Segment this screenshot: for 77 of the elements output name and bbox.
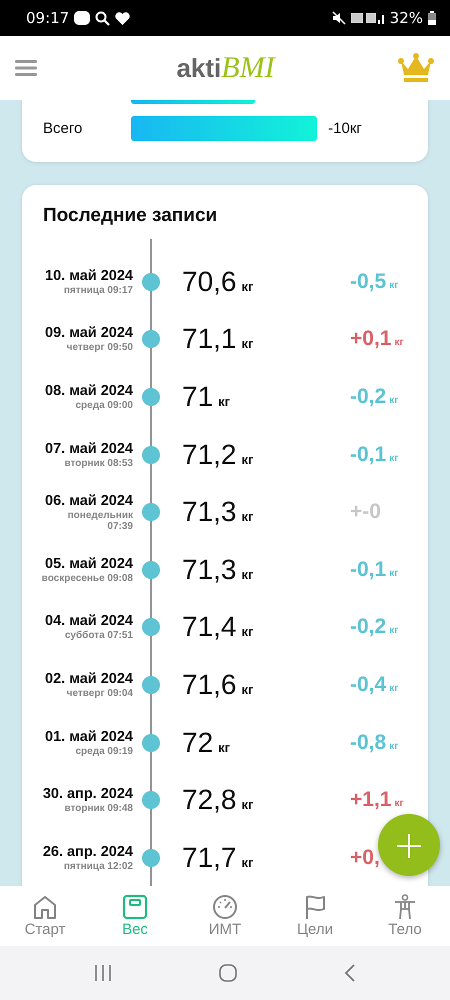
nav-tab[interactable]: Вес bbox=[90, 886, 180, 946]
timeline-dot bbox=[142, 618, 160, 636]
timeline-dot bbox=[142, 848, 160, 867]
weight-change: +1,1 кг bbox=[350, 788, 405, 812]
entry-weight: 70,6 кг bbox=[182, 266, 254, 298]
weight-change: -0,4 кг bbox=[350, 672, 400, 697]
nav-tab[interactable]: Цели bbox=[270, 886, 360, 946]
battery-percent: 32% bbox=[390, 9, 423, 27]
entry-time: воскресенье 09:08 bbox=[42, 572, 133, 584]
entry-time: среда 09:19 bbox=[76, 746, 133, 757]
entry-time: вторник 09:48 bbox=[64, 803, 133, 814]
weight-change: -0,1 кг bbox=[350, 442, 400, 467]
timeline-dot bbox=[142, 503, 160, 522]
weight-change: +0,1 кг bbox=[350, 327, 405, 352]
entry-date: 04. май 2024 bbox=[45, 613, 133, 630]
timeline-dot bbox=[142, 791, 160, 810]
nav-tab[interactable]: Старт bbox=[0, 886, 90, 946]
menu-icon[interactable] bbox=[15, 60, 37, 76]
nav-tab[interactable]: ИМТ bbox=[180, 886, 270, 946]
body-icon bbox=[392, 894, 418, 920]
battery-icon bbox=[428, 11, 436, 25]
entry-date: 07. май 2024 bbox=[45, 440, 133, 457]
entry-date: 06. май 2024 bbox=[45, 492, 133, 509]
gauge-icon bbox=[212, 894, 238, 920]
entry-weight: 71,1 кг bbox=[182, 323, 254, 356]
entry-time: четверг 09:04 bbox=[66, 688, 133, 699]
weight-change: -0,2 кг bbox=[350, 615, 400, 640]
timeline-dot bbox=[142, 734, 160, 752]
bar-value: -10кг bbox=[328, 120, 362, 137]
mute-icon bbox=[332, 11, 346, 25]
entry-time: понедельник 07:39 bbox=[66, 510, 133, 532]
entry-weight: 71 кг bbox=[182, 380, 232, 413]
section-title: Последние записи bbox=[42, 205, 218, 227]
scale-icon bbox=[122, 894, 148, 920]
entry-date: 10. май 2024 bbox=[45, 268, 133, 284]
entry-weight: 71,4 кг bbox=[182, 611, 254, 644]
entry-time: вторник 08:53 bbox=[64, 458, 133, 469]
entry-date: 05. май 2024 bbox=[45, 556, 133, 572]
bar-label: Всего bbox=[43, 120, 84, 137]
entry-time: четверг 09:50 bbox=[66, 342, 133, 354]
app-logo: aktiBMI bbox=[176, 51, 275, 85]
back-icon[interactable] bbox=[344, 964, 356, 982]
entry-time: пятница 09:17 bbox=[64, 284, 133, 296]
entry-date: 30. апр. 2024 bbox=[42, 786, 133, 802]
weight-change: +0, bbox=[350, 846, 381, 870]
entry-weight: 71,7 кг bbox=[182, 842, 254, 874]
weight-change: -0,1 кг bbox=[350, 558, 400, 582]
entry-time: среда 09:00 bbox=[76, 400, 133, 411]
timeline-dot bbox=[142, 388, 160, 406]
timeline-dot bbox=[142, 676, 160, 694]
entry-date: 26. апр. 2024 bbox=[42, 844, 133, 860]
status-time: 09:17 bbox=[26, 9, 70, 27]
weight-change: -0,2 кг bbox=[350, 384, 400, 409]
nav-tab[interactable]: Тело bbox=[360, 886, 450, 946]
weight-change: -0,5 кг bbox=[350, 270, 400, 294]
entry-date: 08. май 2024 bbox=[45, 382, 133, 399]
entry-time: пятница 12:02 bbox=[64, 860, 133, 872]
timeline-dot bbox=[142, 560, 160, 579]
timeline-dot bbox=[142, 272, 160, 291]
home-icon bbox=[32, 894, 58, 920]
entry-date: 01. май 2024 bbox=[45, 728, 133, 745]
entry-date: 09. май 2024 bbox=[45, 325, 133, 342]
entry-weight: 71,2 кг bbox=[182, 438, 254, 471]
entry-date: 02. май 2024 bbox=[45, 670, 133, 687]
weight-change: -0,8 кг bbox=[350, 730, 400, 755]
entry-weight: 71,3 кг bbox=[182, 554, 254, 586]
entry-weight: 71,6 кг bbox=[182, 668, 254, 701]
timeline-dot bbox=[142, 330, 160, 348]
entry-weight: 72,8 кг bbox=[182, 784, 254, 816]
search-icon bbox=[95, 10, 110, 26]
timeline-dot bbox=[142, 446, 160, 464]
heart-icon bbox=[115, 12, 130, 24]
entry-weight: 72 кг bbox=[182, 726, 232, 759]
recent-apps-icon[interactable] bbox=[94, 965, 112, 981]
home-button-icon[interactable] bbox=[218, 964, 237, 982]
entry-time: суббота 07:51 bbox=[64, 630, 133, 642]
entry-weight: 71,3 кг bbox=[182, 496, 254, 528]
